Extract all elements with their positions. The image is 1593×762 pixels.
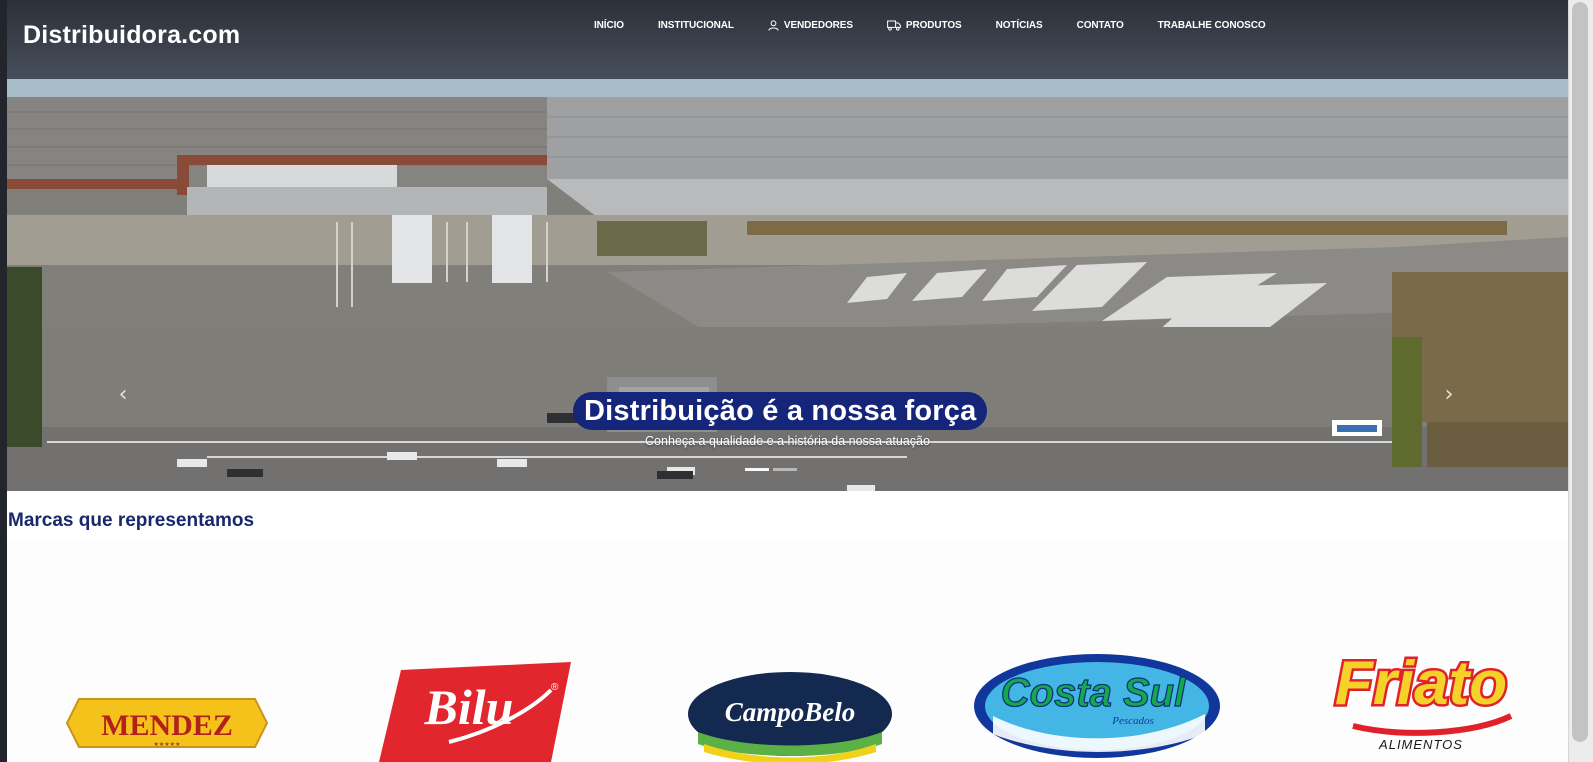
- hero-carousel: Distribuição é a nossa força Conheça a q…: [7, 97, 1568, 491]
- nav-item-contato[interactable]: CONTATO: [1077, 20, 1124, 31]
- brand-logo-campobelo[interactable]: CampoBelo: [686, 672, 894, 762]
- carousel-indicators: [745, 468, 797, 471]
- brand-name: Costa Sul: [1001, 671, 1186, 715]
- window-left-edge: [0, 0, 7, 762]
- carousel-prev-button[interactable]: ‹: [113, 379, 133, 409]
- registered-mark: ®: [551, 682, 559, 693]
- nav-item-label: INÍCIO: [594, 20, 624, 31]
- nav-item-inicio[interactable]: INÍCIO: [594, 20, 624, 31]
- nav-item-label: VENDEDORES: [783, 20, 853, 31]
- nav-item-label: TRABALHE CONOSCO: [1157, 20, 1266, 31]
- hero-aerial-warehouse-image: [7, 97, 1568, 491]
- chevron-right-icon: ›: [1444, 381, 1454, 407]
- header-accent-strip: [7, 79, 1568, 97]
- chevron-left-icon: ‹: [118, 381, 128, 407]
- brand-name: Friato: [1335, 649, 1507, 718]
- brand-logo-friato[interactable]: Friato ALIMENTOS: [1323, 646, 1523, 762]
- nav-item-vendedores[interactable]: VENDEDORES: [768, 20, 853, 31]
- carousel-next-button[interactable]: ›: [1439, 379, 1459, 409]
- truck-icon: [887, 20, 901, 31]
- site-logo[interactable]: Distribuidora.com: [23, 21, 240, 50]
- nav-item-label: NOTÍCIAS: [995, 20, 1043, 31]
- nav-item-noticias[interactable]: NOTÍCIAS: [996, 20, 1043, 31]
- brand-logo-costa-sul[interactable]: Costa Sul Pescados: [973, 654, 1225, 762]
- brand-tagline: Pescados: [1111, 715, 1154, 727]
- page: Distribuidora.com INÍCIO INSTITUCIONAL V…: [7, 0, 1568, 762]
- site-header: Distribuidora.com INÍCIO INSTITUCIONAL V…: [7, 0, 1568, 79]
- nav-item-institucional[interactable]: INSTITUCIONAL: [658, 20, 734, 31]
- hero-title: Distribuição é a nossa força: [584, 394, 977, 427]
- brand-logo-bilu[interactable]: Bilu ®: [379, 662, 579, 762]
- hero-subtitle: Conheça a qualidade e a história da noss…: [645, 434, 930, 448]
- nav-item-label: PRODUTOS: [905, 20, 962, 31]
- brand-stars: ★★★★★: [154, 741, 181, 748]
- brand-name: CampoBelo: [725, 697, 856, 727]
- scrollbar-thumb[interactable]: [1572, 2, 1588, 742]
- nav-item-label: CONTATO: [1076, 20, 1124, 31]
- hero-title-pill: Distribuição é a nossa força: [573, 392, 988, 430]
- carousel-indicator-2[interactable]: [773, 468, 797, 471]
- brand-name: MENDEZ: [101, 709, 233, 742]
- brand-tagline: ALIMENTOS: [1378, 737, 1463, 752]
- user-icon: [768, 20, 779, 31]
- carousel-indicator-1[interactable]: [745, 468, 769, 471]
- nav-item-label: INSTITUCIONAL: [657, 20, 734, 31]
- brands-section-title: Marcas que representamos: [8, 510, 255, 531]
- nav-item-trabalhe-conosco[interactable]: TRABALHE CONOSCO: [1158, 20, 1266, 31]
- main-nav: INÍCIO INSTITUCIONAL VENDEDORES PRODUTOS…: [594, 20, 1266, 31]
- brand-logo-mendez[interactable]: MENDEZ ★★★★★: [65, 697, 269, 762]
- nav-item-produtos[interactable]: PRODUTOS: [887, 20, 962, 31]
- brand-name: Bilu: [424, 679, 514, 735]
